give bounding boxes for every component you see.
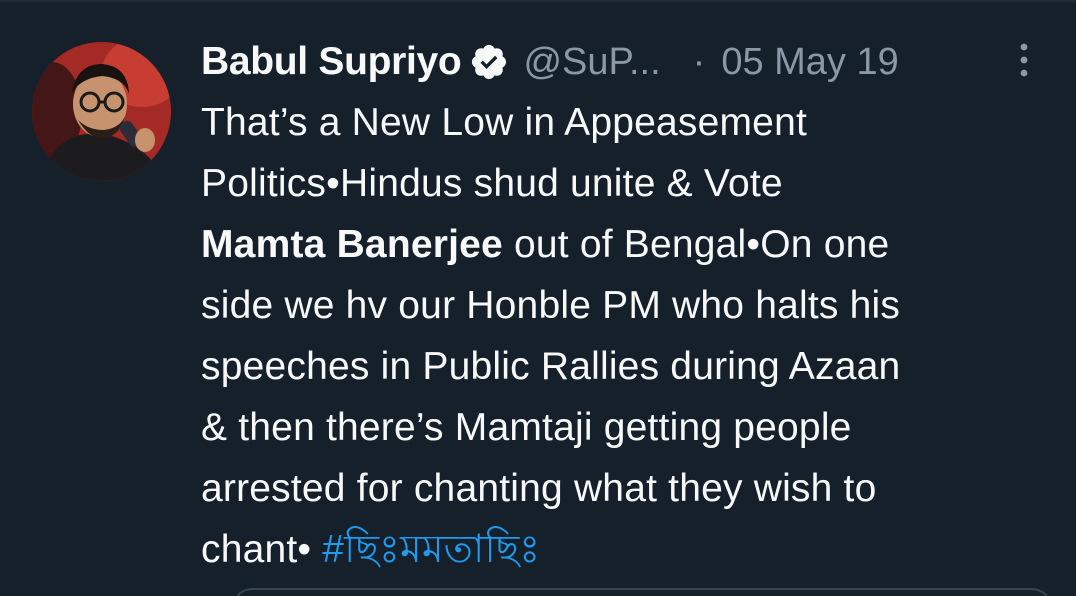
tweet-text: That’s a New Low in Appeasement Politics… (201, 92, 1051, 580)
tweet-text-line: Mamta Banerjee out of Bengal•On one (201, 214, 1051, 275)
author-handle[interactable]: @SuP... (523, 41, 660, 84)
quoted-card-edge[interactable] (232, 588, 1052, 596)
hashtag-link[interactable]: #ছিঃমমতাছিঃ (322, 528, 540, 571)
tweet-text-line: chant• #ছিঃমমতাছিঃ (201, 519, 1051, 580)
tweet-text-line: That’s a New Low in Appeasement (201, 101, 807, 144)
tweet-card[interactable]: Babul Supriyo @SuP... · 05 May 19 That’s… (0, 0, 1076, 596)
divider (0, 0, 1076, 2)
header-separator: · (692, 40, 706, 83)
mentioned-name: Mamta Banerjee (201, 223, 503, 266)
avatar[interactable] (32, 42, 171, 181)
verified-badge-icon (469, 42, 509, 82)
tweet-text-line: arrested for chanting what they wish to (201, 467, 877, 510)
tweet-text-line: speeches in Public Rallies during Azaan (201, 345, 901, 388)
tweet-text-segment: chant• (201, 528, 323, 571)
tweet-text-segment: out of Bengal•On one (502, 223, 890, 266)
tweet-text-line: & then there’s Mamtaji getting people (201, 406, 852, 449)
tweet-text-line: side we hv our Honble PM who halts his (201, 284, 901, 327)
more-options-icon[interactable] (1014, 40, 1034, 80)
tweet-date[interactable]: 05 May 19 (721, 41, 898, 84)
author-name[interactable]: Babul Supriyo (201, 40, 462, 84)
tweet-header: Babul Supriyo @SuP... · 05 May 19 (201, 36, 1061, 88)
avatar-photo (32, 42, 171, 181)
tweet-text-line: Politics•Hindus shud unite & Vote (201, 162, 783, 205)
